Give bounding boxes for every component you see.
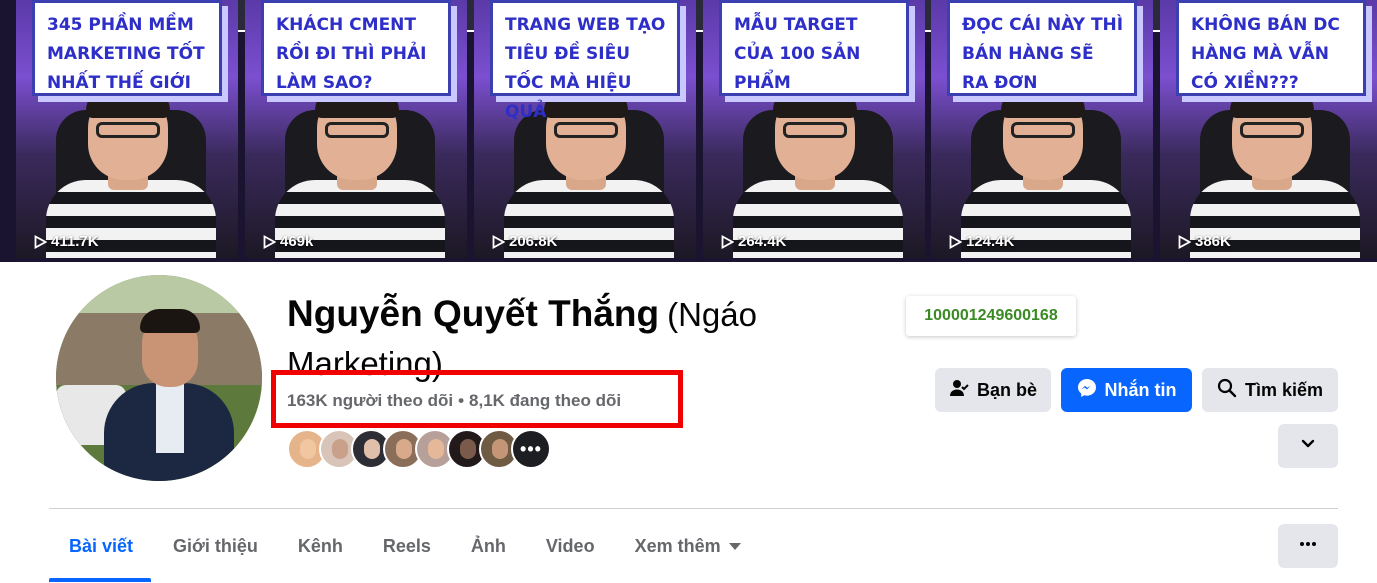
play-icon [1178, 234, 1191, 249]
profile-avatar[interactable] [52, 271, 266, 485]
view-count-text: 386K [1195, 233, 1231, 250]
user-id-badge: 100001249600168 [906, 296, 1076, 336]
caret-down-icon [728, 542, 741, 550]
reel-caption: KHÁCH CMENT RỒI ĐI THÌ PHẢI LÀM SAO? [261, 0, 451, 96]
reel-thumbnail[interactable]: 345 PHẦN MỀM MARKETING TỐT NHẤT THẾ GIỚI… [16, 0, 238, 258]
ellipsis-icon [1298, 534, 1318, 559]
reel-thumbnail[interactable]: KHÁCH CMENT RỒI ĐI THÌ PHẢI LÀM SAO? 469k [245, 0, 467, 258]
play-icon [721, 234, 734, 249]
tab-label: Kênh [297, 535, 343, 556]
tab-more[interactable]: Xem thêm [615, 524, 761, 568]
tab-label: Reels [382, 535, 431, 556]
profile-name-main: Nguyễn Quyết Thắng [287, 293, 660, 334]
tab-photos[interactable]: Ảnh [451, 524, 526, 568]
tab-about[interactable]: Giới thiệu [153, 524, 278, 568]
tab-label: Giới thiệu [173, 535, 258, 556]
followers-link[interactable]: 163K người theo dõi [287, 391, 453, 410]
play-icon [492, 234, 505, 249]
tab-posts[interactable]: Bài viết [49, 524, 153, 568]
cover-photo[interactable]: 345 PHẦN MỀM MARKETING TỐT NHẤT THẾ GIỚI… [0, 0, 1377, 262]
view-count-text: 264.4K [738, 233, 787, 250]
follow-stats: 163K người theo dõi • 8,1K đang theo dõi [287, 391, 621, 411]
messenger-icon [1077, 378, 1097, 403]
tab-reels[interactable]: Reels [363, 524, 451, 568]
profile-tabs: Bài viết Giới thiệu Kênh Reels Ảnh Video… [49, 524, 761, 583]
view-count-text: 411.7K [51, 233, 99, 250]
play-icon [949, 234, 962, 249]
reel-caption: KHÔNG BÁN DC HÀNG MÀ VẪN CÓ XIỀN??? [1176, 0, 1366, 96]
view-count-text: 124.4K [966, 233, 1015, 250]
tab-label: Bài viết [69, 535, 134, 556]
reel-thumbnail[interactable]: KHÔNG BÁN DC HÀNG MÀ VẪN CÓ XIỀN??? 386K [1160, 0, 1377, 258]
more-friends-button[interactable]: ••• [511, 429, 551, 469]
reel-caption: ĐỌC CÁI NÀY THÌ BÁN HÀNG SẼ RA ĐƠN [947, 0, 1137, 96]
header-divider [49, 508, 1338, 509]
following-link[interactable]: 8,1K đang theo dõi [469, 391, 621, 410]
reel-caption: TRANG WEB TẠO TIÊU ĐỀ SIÊU TỐC MÀ HIỆU Q… [490, 0, 680, 122]
search-profile-button[interactable]: Tìm kiếm [1202, 368, 1338, 412]
search-button-label: Tìm kiếm [1244, 379, 1324, 400]
mutual-friends-avatars: ••• [287, 429, 551, 469]
reel-view-count: 411.7K [34, 233, 99, 250]
tab-label: Video [545, 535, 595, 556]
reel-view-count: 264.4K [721, 233, 786, 250]
search-icon [1217, 378, 1237, 403]
reel-view-count: 124.4K [949, 233, 1014, 250]
chevron-down-icon [1298, 434, 1318, 459]
play-icon [34, 234, 47, 249]
message-button-label: Nhắn tin [1104, 379, 1177, 400]
reel-thumbnail[interactable]: TRANG WEB TẠO TIÊU ĐỀ SIÊU TỐC MÀ HIỆU Q… [474, 0, 696, 258]
reel-thumbnail[interactable]: ĐỌC CÁI NÀY THÌ BÁN HÀNG SẼ RA ĐƠN 124.4K [931, 0, 1153, 258]
message-button[interactable]: Nhắn tin [1061, 368, 1192, 412]
expand-actions-button[interactable] [1278, 424, 1338, 468]
reel-view-count: 386K [1178, 233, 1231, 250]
tab-videos[interactable]: Video [526, 524, 615, 568]
reel-caption: 345 PHẦN MỀM MARKETING TỐT NHẤT THẾ GIỚI [32, 0, 222, 96]
reel-thumbnail[interactable]: MẪU TARGET CỦA 100 SẢN PHẨM 264.4K [703, 0, 925, 258]
play-icon [263, 234, 276, 249]
tab-label: Xem thêm [634, 535, 721, 556]
friends-button-label: Bạn bè [976, 379, 1037, 400]
view-count-text: 469k [280, 233, 314, 250]
reel-view-count: 206.8K [492, 233, 557, 250]
friends-button[interactable]: Bạn bè [935, 368, 1051, 412]
view-count-text: 206.8K [509, 233, 558, 250]
tab-channel[interactable]: Kênh [278, 524, 363, 568]
reel-caption: MẪU TARGET CỦA 100 SẢN PHẨM [719, 0, 909, 96]
reel-view-count: 469k [263, 233, 313, 250]
friend-check-icon [949, 378, 969, 403]
tab-label: Ảnh [470, 535, 506, 556]
more-options-button[interactable] [1278, 524, 1338, 568]
active-tab-indicator [49, 578, 151, 582]
follow-separator: • [458, 391, 465, 410]
